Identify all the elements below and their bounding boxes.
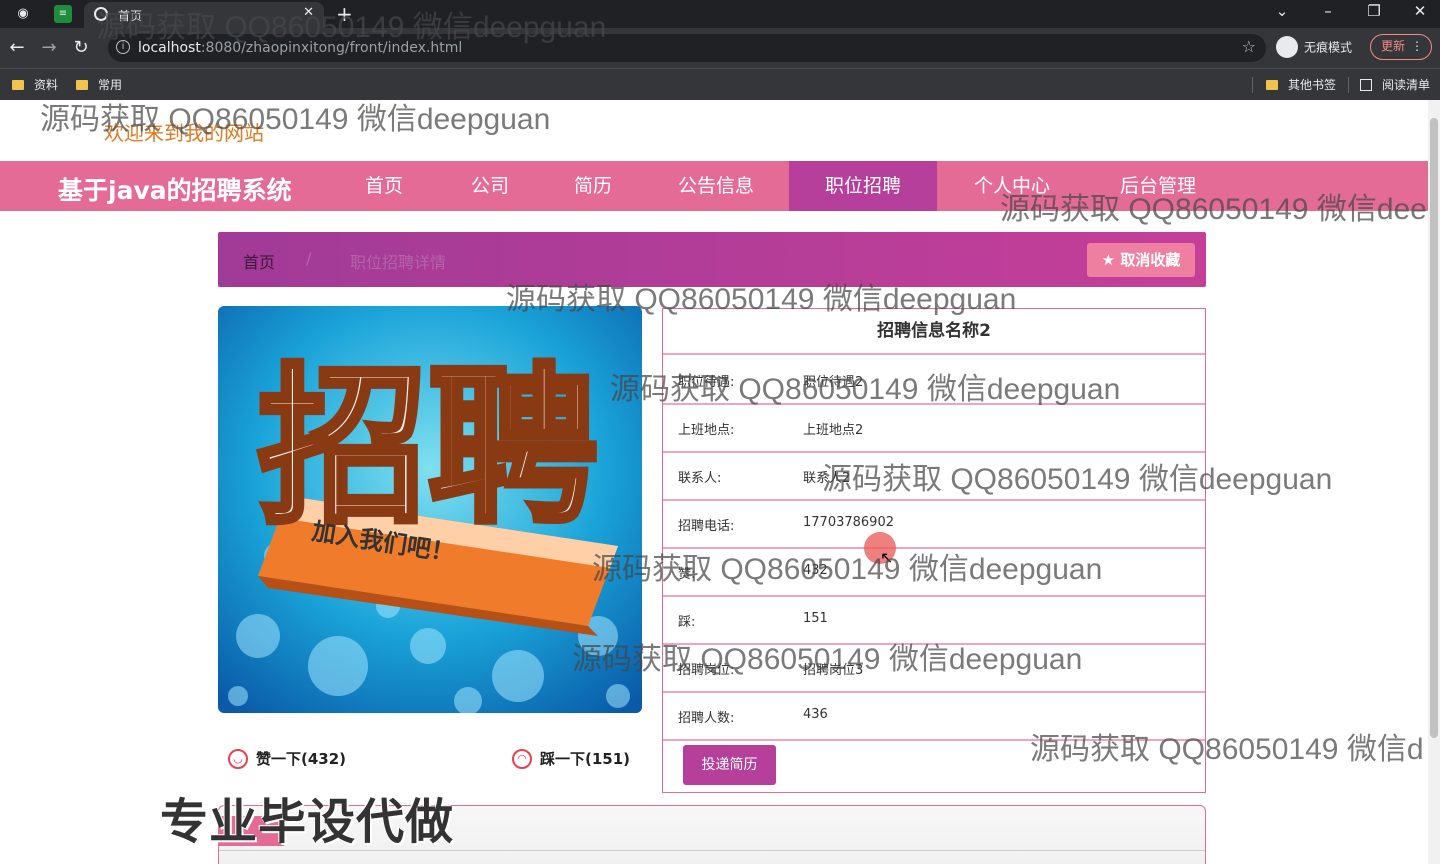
new-tab-button[interactable]: + — [336, 2, 353, 26]
job-title: 招聘信息名称2 — [663, 309, 1205, 355]
tab-close-icon[interactable]: ✕ — [303, 5, 314, 20]
bookmarks-bar: 资料 常用 其他书签 阅读清单 — [0, 68, 1440, 100]
forward-icon[interactable]: → — [38, 37, 60, 58]
kebab-menu-icon[interactable]: ⋮ — [1411, 35, 1423, 58]
detail-row: 招聘电话: 17703786902 — [663, 501, 1205, 549]
detail-row: 职位待遇: 职位待遇2 — [663, 357, 1205, 405]
tab-search-icon[interactable]: ⌄ — [1272, 2, 1292, 20]
breadcrumb-current: 职位招聘详情 — [350, 253, 447, 272]
page-scrollbar[interactable] — [1428, 100, 1440, 864]
nav-jobs[interactable]: 职位招聘 — [789, 161, 937, 211]
address-bar[interactable]: i localhost:8080/zhaopinxitong/front/ind… — [108, 34, 1266, 62]
tab-title: 首页 — [118, 9, 143, 23]
incognito-icon — [1276, 36, 1298, 58]
nav-company[interactable]: 公司 — [440, 161, 540, 211]
other-bookmarks[interactable]: 其他书签 — [1266, 76, 1336, 93]
job-poster-image: 招聘 加入我们吧！ — [218, 306, 642, 713]
bookmark-separator — [1252, 77, 1253, 93]
minimize-icon[interactable]: – — [1318, 2, 1338, 20]
welcome-text: 欢迎来到我的网站 — [104, 121, 264, 145]
nav-profile[interactable]: 个人中心 — [942, 161, 1082, 211]
browser-tab-strip: ◉ ≡ 首页 ✕ + ⌄ – ❐ ✕ — [0, 0, 1440, 28]
like-button[interactable]: ◡ 赞一下(432) — [228, 748, 346, 769]
detail-row: 赞: 432 — [663, 549, 1205, 597]
scrollbar-thumb[interactable] — [1430, 118, 1438, 738]
detail-row: 招聘人数: 436 — [663, 693, 1205, 741]
close-window-icon[interactable]: ✕ — [1410, 2, 1430, 20]
unfavorite-button[interactable]: ★ 取消收藏 — [1087, 243, 1195, 277]
detail-row: 联系人: 联系人2 — [663, 453, 1205, 501]
breadcrumb-home[interactable]: 首页 — [243, 249, 275, 273]
active-tab[interactable]: 首页 ✕ — [84, 2, 324, 28]
incognito-indicator[interactable]: 无痕模式 — [1276, 36, 1352, 60]
site-info-icon[interactable]: i — [116, 40, 130, 54]
sheets-icon[interactable]: ≡ — [54, 5, 72, 23]
breadcrumb: 首页 / 职位招聘详情 ★ 取消收藏 — [218, 232, 1206, 287]
site-brand[interactable]: 基于java的招聘系统 — [58, 171, 292, 207]
bookmark-folder[interactable]: 常用 — [76, 76, 122, 93]
bookmark-folder[interactable]: 资料 — [12, 76, 58, 93]
back-icon[interactable]: ← — [6, 37, 28, 58]
smile-icon: ◡ — [228, 748, 248, 769]
browser-menu-icon[interactable]: ◉ — [14, 5, 32, 23]
poster-big-text: 招聘 — [258, 349, 598, 547]
nav-home[interactable]: 首页 — [334, 161, 434, 211]
dislike-button[interactable]: ◠ 踩一下(151) — [512, 748, 630, 769]
main-navbar: 基于java的招聘系统 首页 公司 简历 公告信息 职位招聘 个人中心 后台管理 — [0, 161, 1428, 211]
job-detail-panel: 招聘信息名称2 职位待遇: 职位待遇2 上班地点: 上班地点2 联系人: 联系人2 招… — [662, 308, 1206, 793]
promo-overlay-text: 专业毕设代做 — [160, 794, 455, 850]
nav-admin[interactable]: 后台管理 — [1088, 161, 1228, 211]
update-button[interactable]: 更新 ⋮ — [1370, 34, 1432, 60]
folder-icon — [12, 79, 24, 90]
star-icon: ★ — [1101, 251, 1116, 269]
folder-icon — [76, 79, 88, 90]
detail-row: 踩: 151 — [663, 597, 1205, 645]
url-text[interactable]: localhost:8080/zhaopinxitong/front/index… — [138, 40, 462, 56]
mouse-cursor-icon: ↖ — [880, 548, 894, 567]
bookmark-separator — [1348, 77, 1349, 93]
reading-list[interactable]: 阅读清单 — [1360, 76, 1430, 93]
reading-list-icon — [1360, 78, 1372, 91]
tab-favicon-icon — [94, 7, 108, 21]
folder-icon — [1266, 79, 1278, 90]
detail-row: 上班地点: 上班地点2 — [663, 405, 1205, 453]
frown-icon: ◠ — [512, 748, 532, 769]
nav-resume[interactable]: 简历 — [543, 161, 643, 211]
nav-notices[interactable]: 公告信息 — [646, 161, 786, 211]
apply-resume-button[interactable]: 投递简历 — [683, 745, 776, 785]
breadcrumb-separator: / — [306, 249, 312, 268]
restore-icon[interactable]: ❐ — [1364, 2, 1384, 20]
browser-toolbar: ← → ↻ i localhost:8080/zhaopinxitong/fro… — [0, 28, 1440, 68]
reload-icon[interactable]: ↻ — [70, 37, 92, 58]
bookmark-star-icon[interactable]: ☆ — [1242, 37, 1256, 56]
page-viewport: 欢迎来到我的网站 基于java的招聘系统 首页 公司 简历 公告信息 职位招聘 … — [0, 100, 1440, 864]
detail-row: 招聘岗位: 招聘岗位3 — [663, 645, 1205, 693]
